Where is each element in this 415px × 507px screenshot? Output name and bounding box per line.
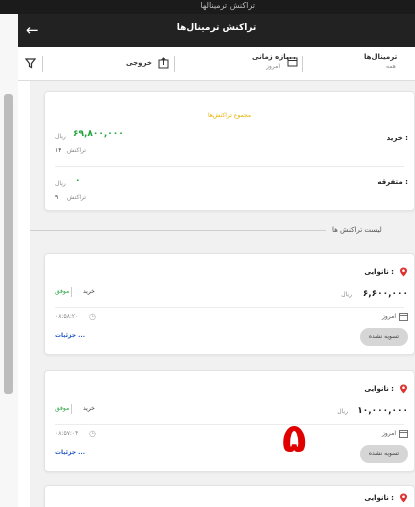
settle-status-badge: تسویه نشده bbox=[360, 328, 408, 346]
calendar-icon bbox=[399, 430, 408, 438]
type-label: خرید bbox=[83, 405, 95, 412]
details-link[interactable]: جزئیات ... bbox=[55, 449, 85, 456]
time-value: ۰۸:۵۸:۲۰ bbox=[55, 313, 79, 320]
time-value: ۰۸:۵۷:۰۴ bbox=[55, 430, 79, 437]
purchase-count-label: تراکنش bbox=[67, 147, 86, 154]
page-title: تراکنش ترمینال‌ها bbox=[176, 23, 257, 33]
annotation-number: ۵ bbox=[282, 416, 307, 462]
type-label: خرید bbox=[83, 288, 95, 295]
filter-bar: خروجی بازه زمانی امروز ترمینال‌ها همه bbox=[18, 47, 415, 81]
misc-unit: ریال bbox=[55, 180, 66, 187]
upload-icon bbox=[158, 57, 169, 69]
date-value: امروز bbox=[382, 313, 396, 320]
location-pin-icon bbox=[400, 384, 407, 394]
terminals-value: همه bbox=[386, 63, 396, 70]
clock-icon: ◷ bbox=[89, 312, 96, 321]
side-scroll-track[interactable] bbox=[0, 14, 18, 507]
divider bbox=[30, 230, 326, 231]
status-label: موفق bbox=[55, 405, 70, 412]
clock-icon: ◷ bbox=[89, 429, 96, 438]
purchase-label: خرید : bbox=[386, 134, 408, 142]
amount-value: ۱۰,۰۰۰,۰۰۰ bbox=[357, 406, 408, 416]
summary-card: مجموع تراکنش‌ها خرید : ریال ۶۹,۸۰۰,۰۰۰ ۱… bbox=[44, 91, 415, 211]
purchase-count: ۱۴ bbox=[55, 147, 62, 154]
transaction-card[interactable]: نانوایی : bbox=[44, 485, 415, 507]
misc-count-label: تراکنش bbox=[67, 194, 86, 201]
status-label: موفق bbox=[55, 288, 70, 295]
export-button[interactable]: خروجی bbox=[126, 56, 186, 72]
divider bbox=[71, 287, 72, 297]
location-pin-icon bbox=[400, 267, 407, 277]
side-scroll-thumb[interactable] bbox=[4, 94, 13, 394]
purchase-unit: ریال bbox=[55, 133, 66, 140]
terminals-label: ترمینال‌ها bbox=[364, 53, 398, 61]
merchant-label: نانوایی : bbox=[364, 268, 394, 276]
app-bar: ← تراکنش ترمینال‌ها bbox=[18, 14, 415, 47]
transaction-card[interactable]: نانوایی : موفق خرید ۶,۶۰۰,۰۰۰ ریال ۰۸:۵۸… bbox=[44, 253, 415, 355]
misc-count: ۹ bbox=[55, 194, 59, 201]
period-filter[interactable]: بازه زمانی امروز bbox=[246, 53, 306, 77]
status-bar-title: تراکنش ترمینالها bbox=[200, 1, 255, 10]
calendar-icon bbox=[399, 313, 408, 321]
misc-amount: ۰ bbox=[75, 176, 81, 186]
settle-status-badge: تسویه نشده bbox=[360, 445, 408, 463]
divider bbox=[55, 166, 404, 167]
location-pin-icon bbox=[400, 493, 407, 503]
purchase-amount: ۶۹,۸۰۰,۰۰۰ bbox=[73, 129, 124, 139]
merchant-label: نانوایی : bbox=[364, 494, 394, 502]
divider bbox=[302, 56, 303, 72]
summary-heading: مجموع تراکنش‌ها bbox=[207, 112, 252, 119]
transaction-card[interactable]: نانوایی : موفق خرید ۱۰,۰۰۰,۰۰۰ ریال ۰۸:۵… bbox=[44, 370, 415, 472]
divider bbox=[42, 56, 43, 72]
content-area: مجموع تراکنش‌ها خرید : ریال ۶۹,۸۰۰,۰۰۰ ۱… bbox=[30, 81, 415, 507]
amount-unit: ریال bbox=[341, 291, 352, 298]
amount-value: ۶,۶۰۰,۰۰۰ bbox=[362, 289, 408, 299]
merchant-label: نانوایی : bbox=[364, 385, 394, 393]
status-bar: تراکنش ترمینالها bbox=[0, 0, 415, 14]
details-link[interactable]: جزئیات ... bbox=[55, 332, 85, 339]
list-title: لیست تراکنش ها bbox=[332, 226, 382, 234]
divider bbox=[55, 307, 404, 308]
export-label: خروجی bbox=[126, 59, 152, 67]
calendar-icon bbox=[287, 57, 298, 67]
terminals-filter[interactable]: ترمینال‌ها همه bbox=[358, 53, 413, 77]
divider bbox=[55, 424, 404, 425]
date-value: امروز bbox=[382, 430, 396, 437]
period-label: بازه زمانی bbox=[252, 53, 289, 61]
amount-unit: ریال bbox=[337, 408, 348, 415]
divider bbox=[71, 404, 72, 414]
period-value: امروز bbox=[266, 63, 280, 70]
filter-funnel-icon[interactable] bbox=[25, 58, 36, 69]
divider bbox=[174, 56, 175, 72]
misc-label: متفرقه : bbox=[377, 178, 408, 186]
